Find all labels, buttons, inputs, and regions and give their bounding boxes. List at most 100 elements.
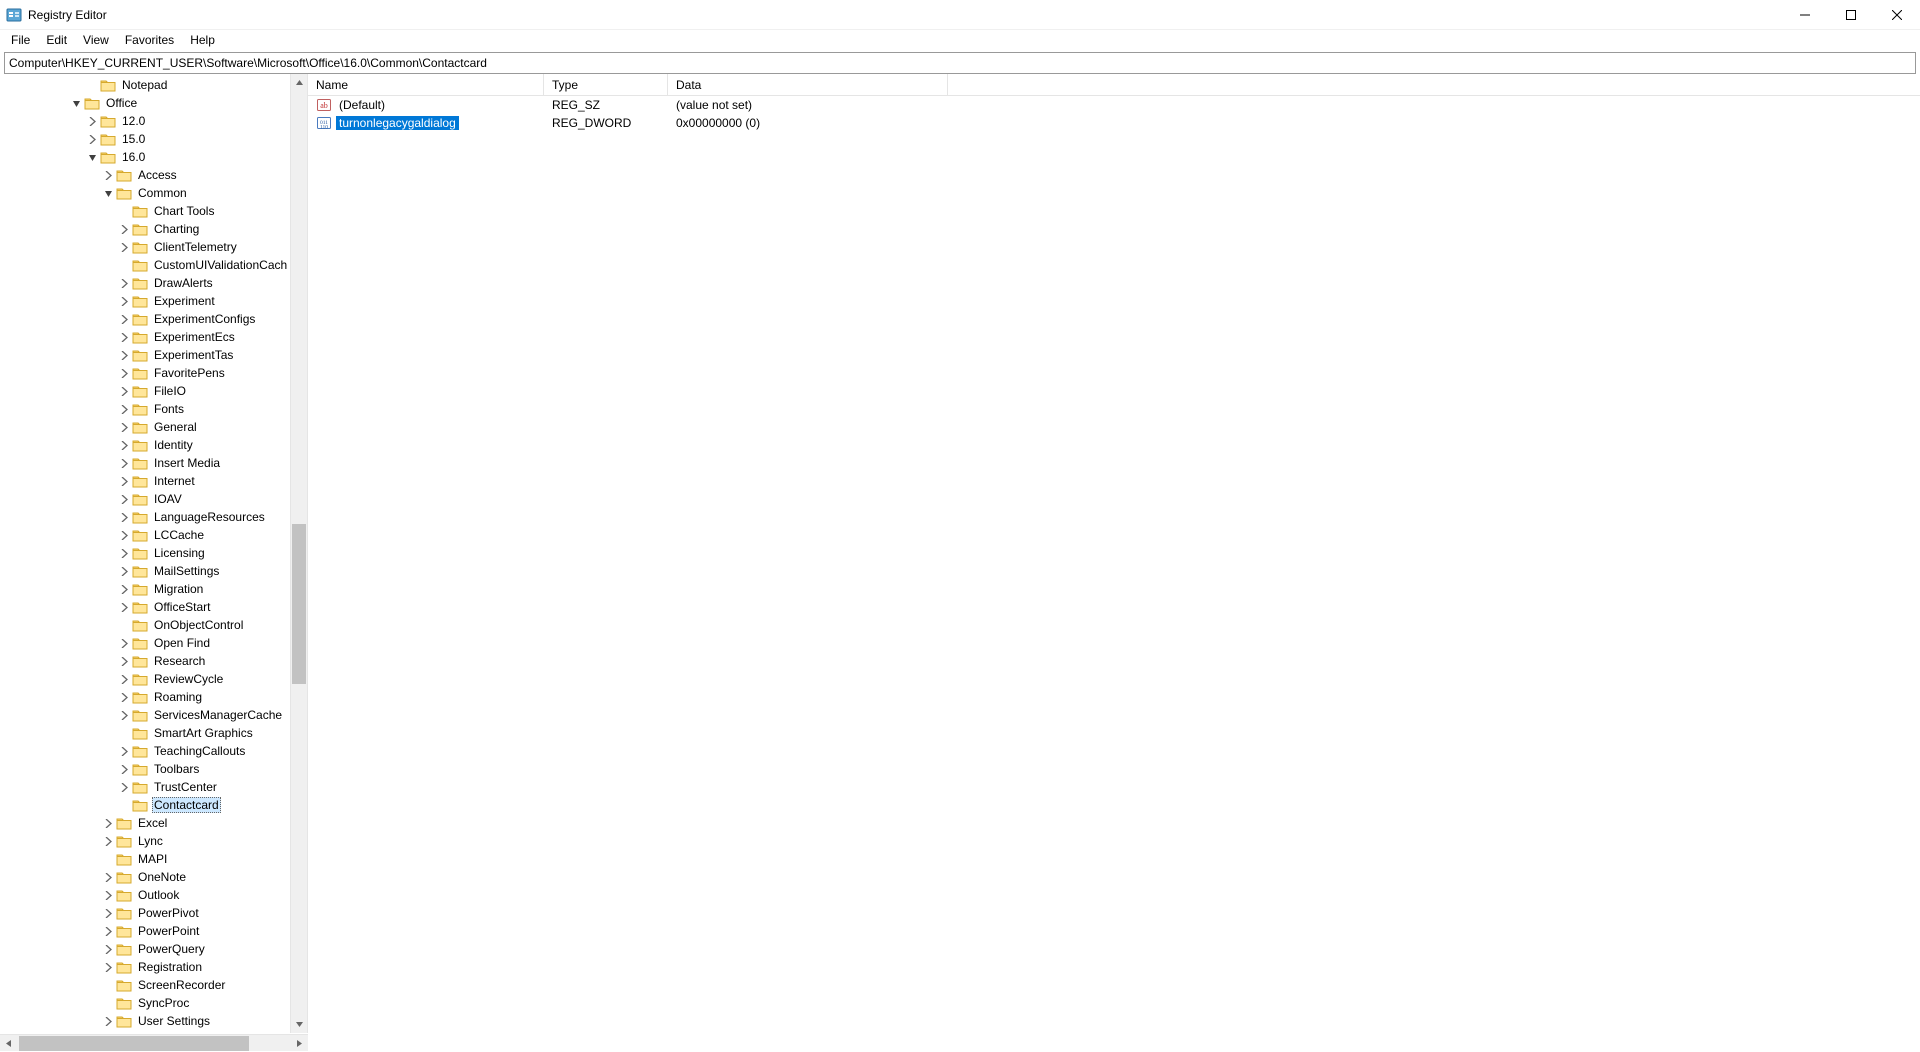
expand-icon[interactable] [100, 959, 116, 975]
collapse-icon[interactable] [100, 185, 116, 201]
expand-icon[interactable] [116, 239, 132, 255]
tree-node[interactable]: Contactcard [4, 796, 307, 814]
expand-icon[interactable] [116, 527, 132, 543]
maximize-button[interactable] [1828, 0, 1874, 30]
expand-icon[interactable] [116, 545, 132, 561]
tree-node[interactable]: OneNote [4, 868, 307, 886]
expand-icon[interactable] [116, 401, 132, 417]
expand-icon[interactable] [116, 473, 132, 489]
expand-icon[interactable] [116, 329, 132, 345]
tree-node[interactable]: ServicesManagerCache [4, 706, 307, 724]
collapse-icon[interactable] [68, 95, 84, 111]
expand-icon[interactable] [116, 437, 132, 453]
expand-icon[interactable] [116, 275, 132, 291]
menu-favorites[interactable]: Favorites [118, 32, 181, 48]
tree-node[interactable]: Licensing [4, 544, 307, 562]
tree-node[interactable]: ReviewCycle [4, 670, 307, 688]
expand-icon[interactable] [100, 941, 116, 957]
expand-icon[interactable] [116, 293, 132, 309]
tree-node[interactable]: TrustCenter [4, 778, 307, 796]
tree-node[interactable]: Charting [4, 220, 307, 238]
scroll-right-arrow-icon[interactable] [291, 1035, 308, 1052]
tree-node[interactable]: Roaming [4, 688, 307, 706]
expand-icon[interactable] [116, 743, 132, 759]
menu-help[interactable]: Help [183, 32, 222, 48]
registry-tree[interactable]: NotepadOffice12.015.016.0AccessCommonCha… [0, 74, 307, 1033]
tree-node[interactable]: 16.0 [4, 148, 307, 166]
tree-node[interactable]: IOAV [4, 490, 307, 508]
expand-icon[interactable] [116, 653, 132, 669]
tree-node[interactable]: ExperimentEcs [4, 328, 307, 346]
expand-icon[interactable] [116, 599, 132, 615]
expand-icon[interactable] [100, 1013, 116, 1029]
tree-node[interactable]: Migration [4, 580, 307, 598]
expand-icon[interactable] [116, 383, 132, 399]
tree-vertical-scrollbar[interactable] [290, 74, 307, 1033]
expand-icon[interactable] [100, 167, 116, 183]
scrollbar-thumb[interactable] [19, 1036, 249, 1051]
value-row[interactable]: 011110turnonlegacygaldialogREG_DWORD0x00… [308, 114, 1920, 132]
expand-icon[interactable] [116, 311, 132, 327]
column-header-data[interactable]: Data [668, 74, 948, 95]
tree-node[interactable]: LCCache [4, 526, 307, 544]
tree-node[interactable]: PowerPivot [4, 904, 307, 922]
expand-icon[interactable] [84, 113, 100, 129]
column-header-name[interactable]: Name [308, 74, 544, 95]
tree-node[interactable]: ExperimentConfigs [4, 310, 307, 328]
tree-node[interactable]: ClientTelemetry [4, 238, 307, 256]
tree-node[interactable]: Chart Tools [4, 202, 307, 220]
tree-node[interactable]: ScreenRecorder [4, 976, 307, 994]
expand-icon[interactable] [116, 581, 132, 597]
tree-node[interactable]: FavoritePens [4, 364, 307, 382]
tree-node[interactable]: OfficeStart [4, 598, 307, 616]
expand-icon[interactable] [116, 707, 132, 723]
expand-icon[interactable] [116, 761, 132, 777]
tree-node[interactable]: Access [4, 166, 307, 184]
tree-horizontal-scrollbar[interactable] [0, 1034, 308, 1051]
minimize-button[interactable] [1782, 0, 1828, 30]
tree-node[interactable]: TeachingCallouts [4, 742, 307, 760]
tree-node[interactable]: DrawAlerts [4, 274, 307, 292]
tree-node[interactable]: Research [4, 652, 307, 670]
tree-node[interactable]: Common [4, 184, 307, 202]
scroll-left-arrow-icon[interactable] [0, 1035, 17, 1052]
collapse-icon[interactable] [84, 149, 100, 165]
expand-icon[interactable] [116, 221, 132, 237]
expand-icon[interactable] [116, 347, 132, 363]
expand-icon[interactable] [116, 455, 132, 471]
tree-node[interactable]: User Settings [4, 1012, 307, 1030]
tree-node[interactable]: CustomUIValidationCach [4, 256, 307, 274]
tree-node[interactable]: General [4, 418, 307, 436]
tree-node[interactable]: Open Find [4, 634, 307, 652]
tree-node[interactable]: FileIO [4, 382, 307, 400]
tree-node[interactable]: Identity [4, 436, 307, 454]
values-list[interactable]: ab(Default)REG_SZ(value not set)011110tu… [308, 96, 1920, 132]
menu-edit[interactable]: Edit [39, 32, 74, 48]
tree-node[interactable]: MailSettings [4, 562, 307, 580]
tree-node[interactable]: ExperimentTas [4, 346, 307, 364]
tree-node[interactable]: Fonts [4, 400, 307, 418]
tree-node[interactable]: 15.0 [4, 130, 307, 148]
tree-node[interactable]: WEF [4, 1030, 307, 1033]
tree-node[interactable]: Toolbars [4, 760, 307, 778]
tree-node[interactable]: LanguageResources [4, 508, 307, 526]
expand-icon[interactable] [116, 365, 132, 381]
tree-node[interactable]: OnObjectControl [4, 616, 307, 634]
close-button[interactable] [1874, 0, 1920, 30]
menu-file[interactable]: File [4, 32, 37, 48]
expand-icon[interactable] [100, 923, 116, 939]
tree-node[interactable]: Outlook [4, 886, 307, 904]
tree-node[interactable]: PowerPoint [4, 922, 307, 940]
expand-icon[interactable] [100, 833, 116, 849]
tree-node[interactable]: Experiment [4, 292, 307, 310]
expand-icon[interactable] [100, 815, 116, 831]
expand-icon[interactable] [84, 131, 100, 147]
expand-icon[interactable] [116, 509, 132, 525]
tree-node[interactable]: 12.0 [4, 112, 307, 130]
tree-node[interactable]: PowerQuery [4, 940, 307, 958]
expand-icon[interactable] [116, 491, 132, 507]
tree-node[interactable]: Registration [4, 958, 307, 976]
expand-icon[interactable] [116, 635, 132, 651]
tree-node[interactable]: Notepad [4, 76, 307, 94]
expand-icon[interactable] [116, 563, 132, 579]
